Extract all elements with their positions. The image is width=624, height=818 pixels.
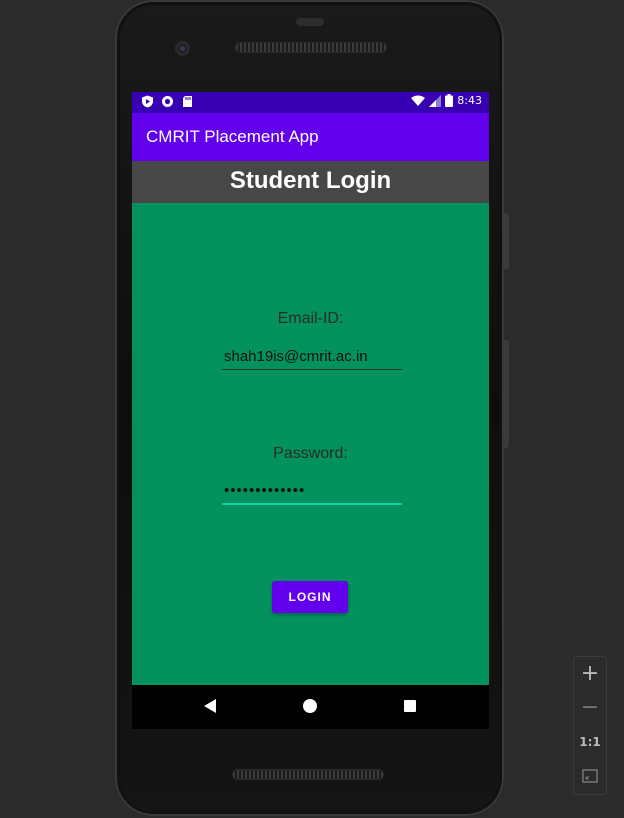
app-bar: CMRIT Placement App — [132, 113, 489, 161]
speaker-grille-top — [236, 43, 386, 52]
password-field[interactable] — [222, 477, 402, 505]
status-time: 8:43 — [457, 94, 482, 107]
email-field[interactable] — [222, 343, 402, 370]
header-band: Student Login — [132, 161, 489, 203]
play-protect-icon — [142, 95, 153, 108]
record-icon — [162, 96, 173, 107]
signal-icon — [429, 94, 442, 107]
volume-button[interactable] — [504, 213, 509, 269]
zoom-out-button[interactable]: − — [574, 695, 606, 720]
password-label: Password: — [273, 445, 348, 462]
actual-size-button[interactable]: 1:1 — [574, 735, 606, 749]
navigation-bar — [132, 685, 489, 729]
wifi-icon — [411, 95, 426, 106]
battery-icon — [445, 94, 454, 107]
recents-icon[interactable] — [404, 700, 416, 712]
email-label: Email-ID: — [277, 310, 344, 327]
back-icon[interactable] — [204, 699, 216, 713]
front-camera — [175, 41, 190, 56]
home-icon[interactable] — [303, 699, 317, 713]
power-button[interactable] — [504, 340, 509, 448]
page-title: Student Login — [229, 167, 392, 194]
device-screen: 8:43 CMRIT Placement App Student Login E… — [132, 92, 489, 685]
zoom-panel: + − 1:1 — [573, 656, 607, 795]
earpiece-top — [296, 18, 324, 26]
sd-card-icon — [183, 96, 192, 107]
login-button[interactable]: LOGIN — [272, 581, 348, 613]
status-bar: 8:43 — [132, 92, 489, 113]
app-title: CMRIT Placement App — [146, 127, 319, 146]
fit-screen-icon[interactable] — [582, 768, 598, 784]
speaker-grille-bottom — [233, 770, 383, 779]
zoom-in-button[interactable]: + — [574, 661, 606, 686]
